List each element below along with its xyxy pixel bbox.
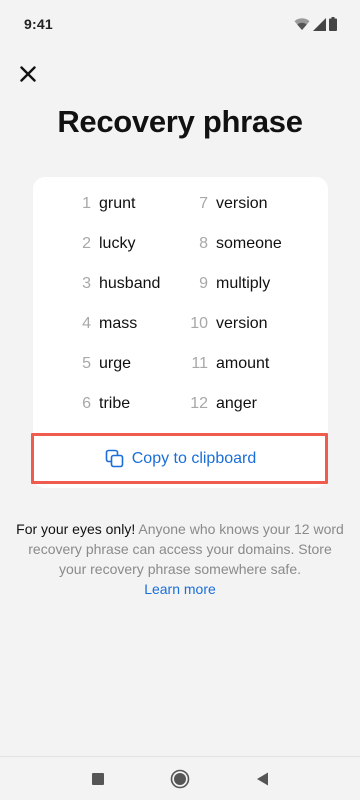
phrase-word-2: 2 lucky bbox=[57, 235, 135, 259]
word-number: 7 bbox=[199, 195, 208, 212]
word-text: anger bbox=[216, 395, 257, 412]
word-number: 11 bbox=[191, 355, 208, 372]
word-number: 1 bbox=[82, 195, 91, 212]
security-warning: For your eyes only! Anyone who knows you… bbox=[16, 519, 344, 579]
close-icon bbox=[20, 66, 36, 82]
recents-button[interactable] bbox=[78, 757, 118, 800]
close-button[interactable] bbox=[14, 60, 42, 88]
status-time: 9:41 bbox=[24, 16, 53, 32]
phrase-word-3: 3 husband bbox=[57, 275, 160, 299]
word-text: version bbox=[216, 195, 268, 212]
battery-icon bbox=[329, 17, 337, 31]
phrase-word-1: 1 grunt bbox=[57, 195, 135, 219]
phrase-word-7: 7 version bbox=[174, 195, 268, 219]
word-number: 8 bbox=[199, 235, 208, 252]
phrase-word-11: 11 amount bbox=[174, 355, 269, 379]
phrase-word-10: 10 version bbox=[174, 315, 268, 339]
copy-to-clipboard-button[interactable]: Copy to clipboard bbox=[33, 436, 328, 482]
word-number: 6 bbox=[82, 395, 91, 412]
recovery-phrase-screen: 9:41 Recovery phrase 1 grunt 2 lucky 3 h… bbox=[0, 0, 360, 800]
back-button[interactable] bbox=[242, 757, 282, 800]
word-text: amount bbox=[216, 355, 270, 372]
home-button[interactable] bbox=[160, 757, 200, 800]
signal-icon bbox=[313, 17, 326, 31]
copy-button-label: Copy to clipboard bbox=[131, 450, 257, 467]
warning-emphasis: For your eyes only! bbox=[16, 521, 136, 537]
word-text: urge bbox=[99, 355, 132, 372]
word-number: 2 bbox=[82, 235, 91, 252]
word-text: version bbox=[216, 315, 268, 332]
word-text: tribe bbox=[99, 395, 131, 412]
back-triangle-icon bbox=[256, 772, 268, 786]
phrase-word-12: 12 anger bbox=[174, 395, 257, 419]
word-number: 3 bbox=[82, 275, 91, 292]
word-text: multiply bbox=[216, 275, 271, 292]
page-title: Recovery phrase bbox=[57, 104, 303, 139]
phrase-word-9: 9 multiply bbox=[174, 275, 270, 299]
word-number: 5 bbox=[82, 355, 91, 372]
word-text: someone bbox=[216, 235, 282, 252]
phrase-word-4: 4 mass bbox=[57, 315, 137, 339]
phrase-word-5: 5 urge bbox=[57, 355, 131, 379]
learn-more-link[interactable]: Learn more bbox=[0, 579, 360, 599]
word-text: grunt bbox=[99, 195, 136, 212]
navigation-bar bbox=[0, 756, 360, 800]
status-bar: 9:41 bbox=[0, 0, 360, 48]
phrase-word-8: 8 someone bbox=[174, 235, 282, 259]
circle-icon bbox=[170, 769, 190, 789]
word-number: 9 bbox=[199, 275, 208, 292]
word-number: 12 bbox=[190, 395, 208, 412]
status-icons bbox=[294, 17, 337, 31]
word-text: mass bbox=[99, 315, 138, 332]
square-icon bbox=[92, 773, 104, 785]
wifi-icon bbox=[294, 18, 310, 30]
copy-icon bbox=[105, 449, 124, 468]
word-number: 4 bbox=[82, 315, 91, 332]
word-text: husband bbox=[99, 275, 161, 292]
phrase-word-6: 6 tribe bbox=[57, 395, 130, 419]
word-number: 10 bbox=[190, 315, 208, 332]
word-text: lucky bbox=[99, 235, 136, 252]
